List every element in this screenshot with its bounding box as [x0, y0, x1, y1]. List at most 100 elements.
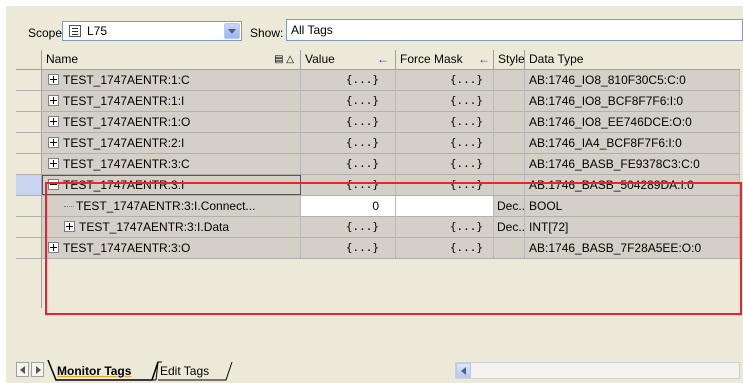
tag-name: TEST_1747AENTR:1:C	[63, 73, 190, 87]
row-selector[interactable]	[16, 238, 42, 258]
style-cell[interactable]	[494, 175, 525, 195]
expand-plus-icon[interactable]	[48, 74, 59, 86]
table-row[interactable]: TEST_1747AENTR:1:I {...} {...} AB:1746_I…	[16, 91, 740, 112]
data-type-cell[interactable]: AB:1746_BASB_504289DA:I:0	[525, 175, 740, 195]
tag-name-cell[interactable]: TEST_1747AENTR:3:O	[42, 238, 301, 258]
arrow-right-icon	[36, 366, 41, 374]
data-type-cell[interactable]: AB:1746_BASB_FE9378C3:C:0	[525, 154, 740, 174]
expand-plus-icon[interactable]	[48, 116, 59, 128]
toolbar: Scope: L75 Show: All Tags	[6, 16, 743, 46]
data-type-cell[interactable]: AB:1746_IO8_810F30C5:C:0	[525, 70, 740, 90]
table-row[interactable]: TEST_1747AENTR:1:C {...} {...} AB:1746_I…	[16, 70, 740, 91]
show-label: Show:	[250, 26, 284, 40]
tab-scroll-left-button[interactable]	[16, 362, 29, 377]
style-cell[interactable]	[494, 70, 525, 90]
table-row[interactable]: TEST_1747AENTR:1:O {...} {...} AB:1746_I…	[16, 112, 740, 133]
table-row-selected[interactable]: TEST_1747AENTR:3:I {...} {...} AB:1746_B…	[16, 175, 740, 196]
row-selector[interactable]	[16, 175, 42, 195]
data-type-cell[interactable]: INT[72]	[525, 217, 740, 237]
arrow-left-icon[interactable]: ←	[478, 50, 490, 69]
tag-name-cell[interactable]: TEST_1747AENTR:3:I.Data	[42, 217, 301, 237]
expand-plus-icon[interactable]	[48, 158, 59, 170]
force-mask-cell[interactable]: {...}	[396, 154, 494, 174]
row-selector	[16, 259, 42, 311]
sort-ascending-icon[interactable]: ▤ △	[274, 50, 294, 69]
tag-name-cell[interactable]: TEST_1747AENTR:1:O	[42, 112, 301, 132]
column-header-style[interactable]: Style	[494, 50, 525, 69]
value-cell[interactable]: {...}	[301, 70, 396, 90]
style-cell[interactable]	[494, 112, 525, 132]
show-filter-field[interactable]: All Tags	[286, 19, 743, 41]
force-mask-cell[interactable]: {...}	[396, 91, 494, 111]
value-cell[interactable]: {...}	[301, 217, 396, 237]
style-cell[interactable]	[494, 154, 525, 174]
row-selector[interactable]	[16, 217, 42, 237]
value-cell[interactable]: {...}	[301, 154, 396, 174]
arrow-left-icon	[20, 366, 25, 374]
tab-edit-tags[interactable]: Edit Tags	[160, 364, 209, 378]
row-selector[interactable]	[16, 70, 42, 90]
style-cell[interactable]	[494, 91, 525, 111]
arrow-left-icon[interactable]: ←	[377, 50, 389, 69]
tag-name-cell[interactable]: TEST_1747AENTR:3:I.Connect...	[42, 196, 301, 216]
collapse-minus-icon[interactable]	[48, 179, 59, 191]
tag-name-cell[interactable]: TEST_1747AENTR:3:I	[42, 175, 301, 195]
force-mask-cell[interactable]: {...}	[396, 217, 494, 237]
force-mask-cell[interactable]: {...}	[396, 112, 494, 132]
column-header-force-mask[interactable]: Force Mask ←	[396, 50, 494, 69]
scroll-left-button[interactable]	[456, 363, 471, 378]
table-row[interactable]: TEST_1747AENTR:3:C {...} {...} AB:1746_B…	[16, 154, 740, 175]
table-row[interactable]: TEST_1747AENTR:3:I.Connect... 0 Dec... B…	[16, 196, 740, 217]
data-type-cell[interactable]: AB:1746_IO8_EE746DCE:O:0	[525, 112, 740, 132]
force-mask-cell[interactable]: {...}	[396, 133, 494, 153]
column-data-type-label: Data Type	[529, 52, 584, 66]
table-row[interactable]: TEST_1747AENTR:2:I {...} {...} AB:1746_I…	[16, 133, 740, 154]
table-row[interactable]: TEST_1747AENTR:3:I.Data {...} {...} Dec.…	[16, 217, 740, 238]
value-cell[interactable]: {...}	[301, 91, 396, 111]
tag-name: TEST_1747AENTR:3:I.Data	[79, 220, 230, 234]
scope-dropdown[interactable]: L75	[62, 21, 242, 41]
style-cell[interactable]	[494, 238, 525, 258]
row-selector[interactable]	[16, 91, 42, 111]
expand-plus-icon[interactable]	[48, 242, 59, 254]
expand-plus-icon[interactable]	[48, 95, 59, 107]
column-header-value[interactable]: Value ←	[301, 50, 396, 69]
force-mask-cell[interactable]: {...}	[396, 70, 494, 90]
style-cell[interactable]: Dec...	[494, 196, 525, 216]
data-type-cell[interactable]: AB:1746_IO8_BCF8F7F6:I:0	[525, 91, 740, 111]
row-header-corner	[16, 50, 42, 69]
column-header-name[interactable]: Name ▤ △	[42, 50, 301, 69]
row-selector[interactable]	[16, 112, 42, 132]
chevron-down-icon[interactable]	[224, 23, 240, 39]
table-row[interactable]: TEST_1747AENTR:3:O {...} {...} AB:1746_B…	[16, 238, 740, 259]
tag-name-cell[interactable]: TEST_1747AENTR:2:I	[42, 133, 301, 153]
row-selector[interactable]	[16, 133, 42, 153]
data-type-cell[interactable]: BOOL	[525, 196, 740, 216]
data-type-cell[interactable]: AB:1746_IA4_BCF8F7F6:I:0	[525, 133, 740, 153]
tab-monitor-tags[interactable]: Monitor Tags	[57, 364, 131, 378]
value-cell[interactable]: {...}	[301, 238, 396, 258]
value-cell[interactable]: {...}	[301, 112, 396, 132]
row-selector[interactable]	[16, 196, 42, 216]
value-cell[interactable]: 0	[301, 196, 396, 216]
value-cell[interactable]: {...}	[301, 175, 396, 195]
column-header-data-type[interactable]: Data Type	[525, 50, 740, 69]
expand-plus-icon[interactable]	[64, 221, 75, 233]
tag-grid: Name ▤ △ Value ← Force Mask ← Style Data…	[16, 50, 740, 311]
value-cell[interactable]: {...}	[301, 133, 396, 153]
style-cell[interactable]: Dec...	[494, 217, 525, 237]
row-selector[interactable]	[16, 154, 42, 174]
force-mask-cell[interactable]: {...}	[396, 175, 494, 195]
scope-value: L75	[87, 24, 108, 38]
tag-name-cell[interactable]: TEST_1747AENTR:3:C	[42, 154, 301, 174]
tag-name-cell[interactable]: TEST_1747AENTR:1:I	[42, 91, 301, 111]
style-cell[interactable]	[494, 133, 525, 153]
expand-plus-icon[interactable]	[48, 137, 59, 149]
tab-scroll-right-button[interactable]	[31, 362, 44, 377]
force-mask-cell[interactable]: {...}	[396, 238, 494, 258]
force-mask-cell[interactable]	[396, 196, 494, 216]
show-value: All Tags	[291, 23, 333, 37]
data-type-cell[interactable]: AB:1746_BASB_7F28A5EE:O:0	[525, 238, 740, 258]
horizontal-scrollbar[interactable]	[455, 362, 740, 379]
tag-name-cell[interactable]: TEST_1747AENTR:1:C	[42, 70, 301, 90]
